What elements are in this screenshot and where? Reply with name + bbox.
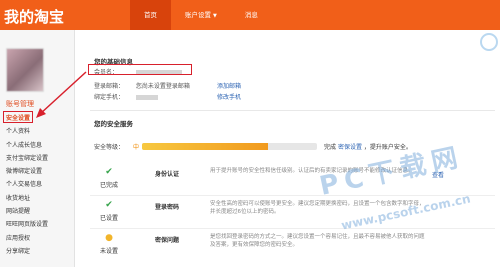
email-value: 您尚未设置登录邮箱	[135, 83, 190, 90]
security-level-value: 中	[133, 144, 140, 151]
service-name: 登录密码	[155, 204, 180, 211]
sidebar-item-profile[interactable]: 个人资料	[6, 125, 48, 138]
tab-account-settings-label: 账户设置	[185, 11, 211, 19]
sidebar: 账号管理 安全设置 个人资料 个人成长信息 支付宝绑定设置 微博绑定设置 个人交…	[0, 30, 75, 267]
email-row: 登录邮箱： 您尚未设置登录邮箱 添加邮箱	[94, 81, 494, 90]
brand-title[interactable]: 我的淘宝	[4, 6, 64, 27]
phone-value	[135, 95, 158, 100]
security-level-bar	[142, 143, 317, 150]
add-email-link[interactable]: 添加邮箱	[217, 81, 241, 90]
tab-messages[interactable]: 消息	[231, 0, 272, 30]
tab-account-settings[interactable]: 账户设置 ▼	[171, 0, 231, 30]
sidebar-section-title: 账号管理	[6, 100, 34, 108]
service-status: 已完成	[99, 182, 118, 189]
highlight-box-security	[3, 111, 33, 123]
sidebar-item-app-authorization[interactable]: 应用授权	[6, 232, 48, 245]
security-level-fill	[142, 143, 268, 150]
tab-home[interactable]: 首页	[130, 0, 171, 30]
top-nav-bar: 我的淘宝 首页 账户设置 ▼ 消息	[0, 0, 500, 30]
chevron-down-icon: ▼	[213, 13, 217, 19]
email-label: 登录邮箱：	[94, 83, 125, 90]
sidebar-item-weibo-binding[interactable]: 微博绑定设置	[6, 165, 48, 178]
main-nav: 首页 账户设置 ▼ 消息	[130, 0, 272, 30]
service-description: 是您找回登录密码的方式之一。建议您设置一个容易记住，且最不容易被他人获取的问题及…	[210, 234, 425, 248]
sidebar-item-share-binding[interactable]: 分享绑定	[6, 245, 48, 258]
sidebar-item-trade-info[interactable]: 个人交易信息	[6, 178, 48, 191]
sidebar-item-growth-info[interactable]: 个人成长信息	[6, 139, 48, 152]
check-icon: ✔	[105, 167, 113, 177]
phone-row: 绑定手机： 修改手机	[94, 92, 494, 101]
phone-label: 绑定手机：	[94, 94, 125, 101]
service-name: 密保问题	[155, 237, 180, 244]
sidebar-item-wangwang-settings[interactable]: 旺旺网页版设置	[6, 218, 48, 231]
sidebar-item-shipping-address[interactable]: 收货地址	[6, 192, 48, 205]
set-security-question-link[interactable]: 密保设置	[338, 144, 362, 151]
avatar[interactable]	[6, 48, 44, 92]
warning-icon: ●	[105, 233, 113, 243]
change-phone-link[interactable]: 修改手机	[217, 92, 241, 101]
sidebar-item-alipay-binding[interactable]: 支付宝绑定设置	[6, 152, 48, 165]
check-icon: ✔	[105, 200, 113, 210]
sidebar-item-site-reminders[interactable]: 网站提醒	[6, 205, 48, 218]
sidebar-menu: 安全设置 个人资料 个人成长信息 支付宝绑定设置 微博绑定设置 个人交易信息 收…	[6, 112, 48, 258]
service-status: 已设置	[99, 215, 118, 222]
tab-home-label: 首页	[144, 11, 157, 19]
security-services-title: 您的安全服务	[94, 120, 133, 128]
divider	[90, 110, 495, 111]
security-level-label: 安全等级：	[94, 144, 125, 151]
highlight-box-member	[88, 64, 192, 75]
service-row-security-question: ● 未设置 密保问题 是您找回登录密码的方式之一。建议您设置一个容易记住，且最不…	[80, 229, 500, 262]
tab-messages-label: 消息	[244, 11, 258, 19]
tip-prefix: 完成	[324, 144, 337, 151]
service-status: 未设置	[99, 248, 118, 255]
service-name: 身份认证	[155, 171, 180, 178]
globe-icon	[480, 33, 498, 51]
